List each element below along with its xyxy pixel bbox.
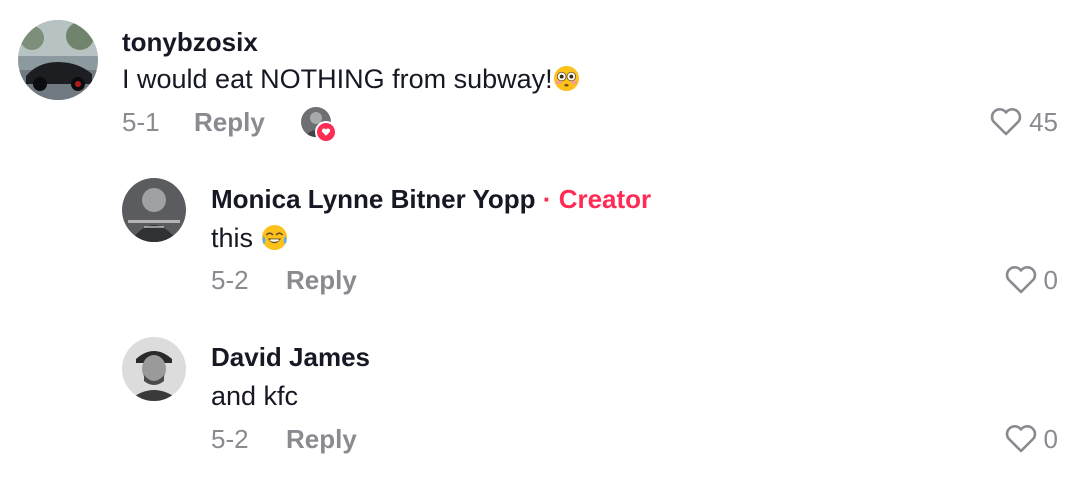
comment-author-name[interactable]: Monica Lynne Bitner Yopp [211, 184, 536, 214]
comment-username[interactable]: David James [211, 342, 370, 372]
liked-by-creator-indicator [301, 107, 337, 143]
avatar[interactable] [18, 20, 98, 100]
reply-button[interactable]: Reply [194, 107, 265, 137]
like-count: 45 [1029, 106, 1058, 137]
tears-of-joy-emoji-icon [261, 224, 287, 251]
comment-body: I would eat NOTHING from subway! [122, 64, 553, 94]
comment-date: 5-1 [122, 107, 160, 137]
comment-username[interactable]: tonybzosix [122, 27, 258, 57]
person-photo-avatar-icon [122, 337, 186, 401]
comment-body: this [211, 223, 254, 253]
comment-text: this [211, 222, 288, 254]
like-count: 0 [1043, 423, 1058, 454]
heart-badge-icon [315, 121, 337, 143]
creator-avatar-icon [122, 178, 186, 242]
avatar[interactable] [122, 337, 186, 401]
like-button[interactable]: 45 [989, 106, 1058, 138]
avatar[interactable] [122, 178, 186, 242]
creator-badge: Creator [558, 184, 652, 214]
like-count: 0 [1043, 264, 1058, 295]
car-photo-avatar-icon [18, 20, 98, 100]
comment-username: Monica Lynne Bitner Yopp · Creator [211, 184, 651, 214]
comment-date: 5-2 [211, 265, 249, 295]
flushed-face-emoji-icon [553, 65, 579, 92]
comment-text: I would eat NOTHING from subway! [122, 63, 580, 95]
like-button[interactable]: 0 [1004, 423, 1058, 455]
reply-button[interactable]: Reply [286, 265, 357, 295]
like-button[interactable]: 0 [1004, 264, 1058, 296]
heart-outline-icon [990, 108, 1022, 136]
comment-date: 5-2 [211, 424, 249, 454]
heart-outline-icon [1005, 425, 1036, 453]
comment-text: and kfc [211, 381, 299, 411]
creator-separator: · [542, 184, 552, 214]
reply-button[interactable]: Reply [286, 424, 357, 454]
heart-outline-icon [1005, 266, 1036, 294]
